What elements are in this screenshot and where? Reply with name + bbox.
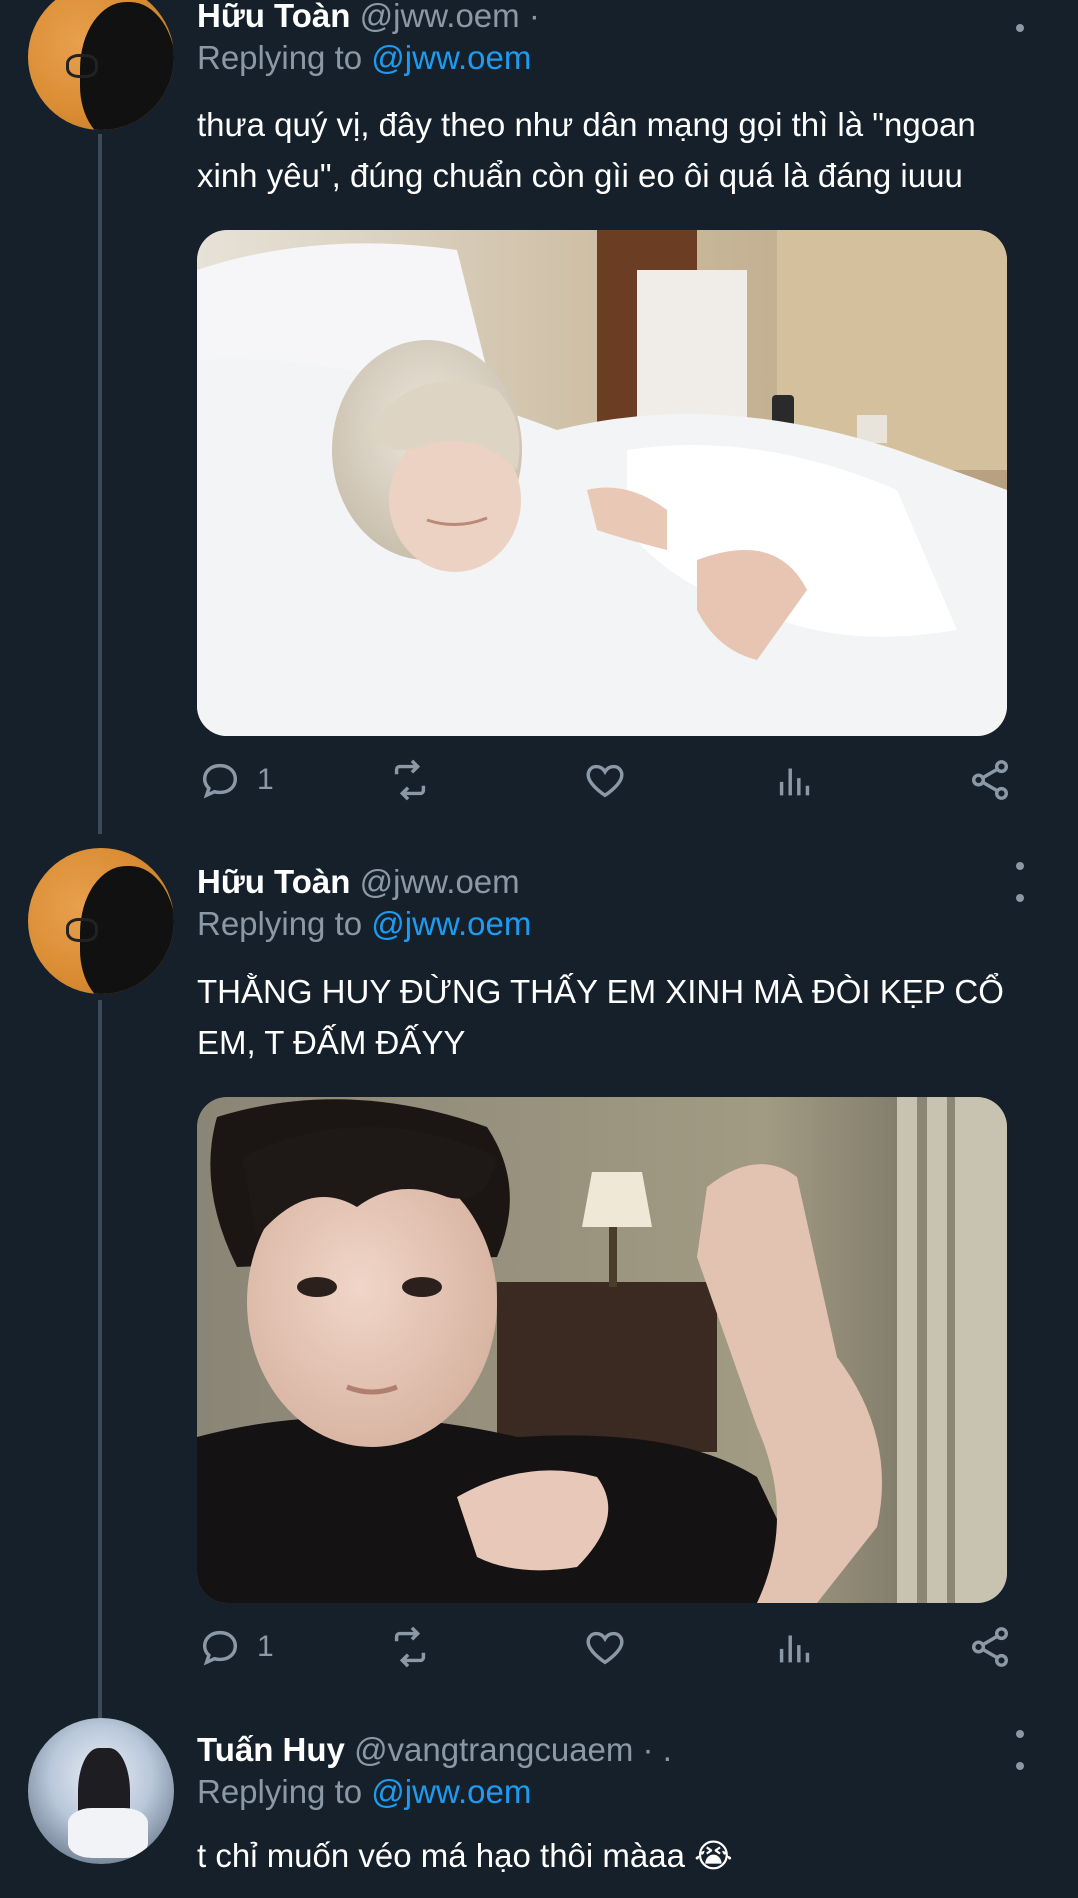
replying-to: Replying to @jww.oem [197, 905, 532, 942]
tweet-text: t chỉ muốn véo má hạo thôi màaa 😭 [197, 1837, 733, 1874]
tweet-text: THẰNG HUY ĐỪNG THẤY EM XINH MÀ ĐÒI KẸP C… [197, 973, 1004, 1061]
author-handle[interactable]: @vangtrangcuaem · . [354, 1731, 672, 1768]
mention-link[interactable]: @jww.oem [371, 39, 531, 76]
views-button[interactable] [772, 755, 818, 805]
retweet-icon [394, 1626, 426, 1668]
mention-link[interactable]: @jww.oem [371, 1773, 531, 1810]
more-icon[interactable] [1010, 0, 1030, 32]
share-icon [971, 760, 1009, 800]
tweet-media[interactable] [197, 230, 1007, 736]
reply-icon [202, 763, 238, 799]
author-name[interactable]: Hữu Toàn [197, 0, 350, 34]
more-icon[interactable] [1010, 862, 1030, 902]
thread-line [98, 134, 102, 834]
retweet-button[interactable] [387, 1622, 433, 1672]
avatar[interactable] [28, 0, 174, 130]
reply-icon [202, 1630, 238, 1666]
share-icon [971, 1627, 1009, 1667]
reply-count: 1 [257, 1630, 274, 1663]
tweet-text: thưa quý vị, đây theo như dân mạng gọi t… [197, 106, 976, 194]
reply-button[interactable]: 1 [197, 1622, 274, 1672]
thread-line [98, 1000, 102, 1718]
tweet-media[interactable] [197, 1097, 1007, 1603]
author-name[interactable]: Tuấn Huy [197, 1731, 345, 1768]
views-icon [779, 1635, 810, 1663]
like-icon [586, 1631, 624, 1665]
views-button[interactable] [772, 1622, 818, 1672]
retweet-icon [394, 759, 426, 801]
views-icon [779, 768, 810, 796]
like-icon [586, 764, 624, 798]
replying-to: Replying to @jww.oem [197, 1773, 532, 1810]
more-icon[interactable] [1010, 1730, 1030, 1770]
retweet-button[interactable] [387, 755, 433, 805]
avatar[interactable] [28, 848, 174, 994]
author-handle[interactable]: @jww.oem · [360, 0, 540, 34]
replying-to: Replying to @jww.oem [197, 39, 532, 76]
author-name[interactable]: Hữu Toàn [197, 863, 350, 900]
share-button[interactable] [967, 1622, 1013, 1672]
reply-button[interactable]: 1 [197, 755, 274, 805]
author-handle[interactable]: @jww.oem [360, 863, 520, 900]
reply-count: 1 [257, 763, 274, 796]
like-button[interactable] [582, 755, 628, 805]
mention-link[interactable]: @jww.oem [371, 905, 531, 942]
share-button[interactable] [967, 755, 1013, 805]
like-button[interactable] [582, 1622, 628, 1672]
avatar[interactable] [28, 1718, 174, 1864]
